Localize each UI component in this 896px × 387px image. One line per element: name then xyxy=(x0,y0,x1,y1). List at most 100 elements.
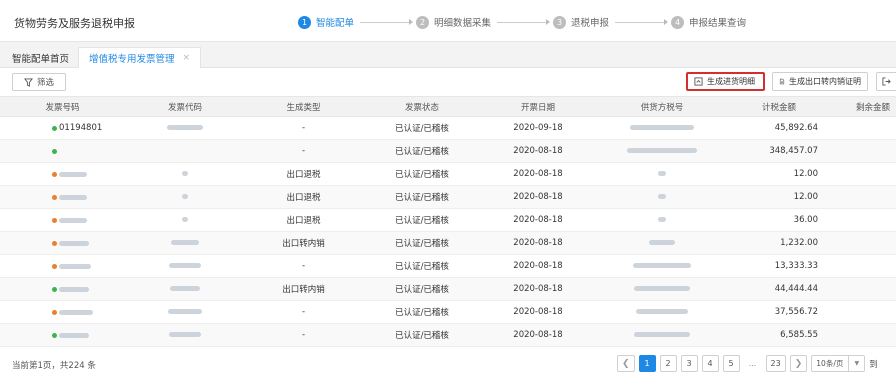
page-button[interactable]: 2 xyxy=(659,355,677,372)
tab-label: 智能配单首页 xyxy=(12,53,70,65)
tab-bar: 智能配单首页 增值税专用发票管理 × xyxy=(0,42,896,68)
column-header[interactable]: 供货方税号 xyxy=(594,101,730,113)
filter-button[interactable]: 筛选 xyxy=(12,73,66,91)
next-page-icon[interactable]: ❯ xyxy=(789,355,808,372)
column-header[interactable]: 发票号码 xyxy=(0,101,125,113)
status-dot-icon xyxy=(52,286,57,292)
taxable-amount-cell: 12.00 xyxy=(793,169,818,179)
column-header[interactable]: 剩余金额 xyxy=(828,101,896,113)
page-button-last[interactable]: 23 xyxy=(765,355,786,372)
invoice-code-cell xyxy=(125,330,245,340)
invoice-number-cell xyxy=(0,148,125,154)
invoice-status-cell: 已认证/已稽核 xyxy=(395,285,449,295)
page-button[interactable]: 4 xyxy=(701,355,719,372)
taxable-amount-cell: 12.00 xyxy=(793,192,818,202)
generate-purchase-detail-button[interactable]: 生成进货明细 xyxy=(686,72,765,91)
step-result-query[interactable]: 4 申报结果查询 xyxy=(671,15,746,29)
step-number: 2 xyxy=(416,15,430,29)
invoice-code-cell xyxy=(125,169,245,179)
supplier-tax-id-cell xyxy=(594,192,730,202)
redacted-value xyxy=(59,171,87,177)
table-row[interactable]: - 已认证/已稽核 2020-08-18 13,333.33 xyxy=(0,255,896,278)
redacted-value xyxy=(182,217,188,222)
redacted-value xyxy=(171,240,199,245)
generation-type-cell: - xyxy=(301,330,306,340)
taxable-amount-cell: 6,585.55 xyxy=(780,330,818,340)
page-button[interactable]: 1 xyxy=(638,355,656,372)
column-header[interactable]: 开票日期 xyxy=(482,101,594,113)
step-detail-collection[interactable]: 2 明细数据采集 xyxy=(416,15,491,29)
table-body: 01194801 - 已认证/已稽核 2020-09-18 45,892.64 - 已认证/… xyxy=(0,117,896,347)
redacted-value xyxy=(630,125,694,130)
supplier-tax-id-cell xyxy=(594,146,730,156)
column-header[interactable]: 发票代码 xyxy=(125,101,245,113)
status-dot-icon xyxy=(52,194,57,200)
status-dot-icon xyxy=(52,148,57,154)
page-button[interactable]: 3 xyxy=(680,355,698,372)
page-size-select[interactable]: 10条/页 xyxy=(811,355,849,372)
table-footer: 当前第1页，共224 条 ❮ 1 2 3 4 5 ... 23 ❯ 10条/页 … xyxy=(0,349,896,379)
redacted-value xyxy=(167,125,203,130)
table-header: 发票号码 发票代码 生成类型 发票状态 开票日期 供货方税号 计税金额 剩余金额 xyxy=(0,96,896,117)
table-row[interactable]: 01194801 - 已认证/已稽核 2020-09-18 45,892.64 xyxy=(0,117,896,140)
issue-date-cell: 2020-08-18 xyxy=(513,284,563,294)
step-number: 3 xyxy=(553,15,567,29)
redacted-value xyxy=(649,240,675,245)
invoice-number: 01194801 xyxy=(59,123,103,133)
table-row[interactable]: 出口转内销 已认证/已稽核 2020-08-18 44,444.44 xyxy=(0,278,896,301)
record-summary: 当前第1页，共224 条 xyxy=(12,361,96,371)
app-title: 货物劳务及服务退税申报 xyxy=(14,17,135,30)
taxable-amount-cell: 1,232.00 xyxy=(780,238,818,248)
redacted-value xyxy=(634,286,690,291)
step-tax-refund-declaration[interactable]: 3 退税申报 xyxy=(553,15,609,29)
step-number: 1 xyxy=(298,15,311,29)
generation-type-cell: 出口转内销 xyxy=(282,285,325,295)
tab-home[interactable]: 智能配单首页 xyxy=(2,47,79,68)
top-bar: 货物劳务及服务退税申报 1 智能配单 2 明细数据采集 3 退税申报 4 申报结… xyxy=(0,0,896,42)
redacted-value xyxy=(59,240,89,246)
prev-page-icon[interactable]: ❮ xyxy=(617,355,635,372)
status-dot-icon xyxy=(52,309,57,315)
button-label: 生成进货明细 xyxy=(707,77,755,86)
column-header[interactable]: 生成类型 xyxy=(245,101,362,113)
step-smart-matching[interactable]: 1 智能配单 xyxy=(298,15,354,29)
redacted-value xyxy=(59,194,87,200)
button-label: 生成出口转内销证明 xyxy=(789,77,861,86)
redacted-value xyxy=(658,171,666,176)
issue-date-cell: 2020-08-18 xyxy=(513,238,563,248)
redacted-value xyxy=(169,332,201,337)
invoice-code-cell xyxy=(125,123,245,133)
invoice-number-cell xyxy=(0,286,125,292)
step-label: 明细数据采集 xyxy=(434,18,492,29)
invoice-number-cell xyxy=(0,263,125,269)
column-header[interactable]: 计税金额 xyxy=(730,101,828,113)
taxable-amount-cell: 13,333.33 xyxy=(774,261,818,271)
generate-export-to-domestic-certificate-button[interactable]: 生成出口转内销证明 xyxy=(772,72,868,91)
table-row[interactable]: 出口退税 已认证/已稽核 2020-08-18 12.00 xyxy=(0,163,896,186)
table-row[interactable]: - 已认证/已稽核 2020-08-18 6,585.55 xyxy=(0,324,896,347)
generation-type-cell: 出口退税 xyxy=(286,170,321,180)
supplier-tax-id-cell xyxy=(594,169,730,179)
close-icon[interactable]: × xyxy=(183,53,191,63)
table-row[interactable]: 出口退税 已认证/已稽核 2020-08-18 12.00 xyxy=(0,186,896,209)
issue-date-cell: 2020-08-18 xyxy=(513,261,563,271)
table-row[interactable]: 出口转内销 已认证/已稽核 2020-08-18 1,232.00 xyxy=(0,232,896,255)
invoice-code-cell xyxy=(125,192,245,202)
table-row[interactable]: - 已认证/已稽核 2020-08-18 348,457.07 xyxy=(0,140,896,163)
invoice-code-cell xyxy=(125,261,245,271)
issue-date-cell: 2020-08-18 xyxy=(513,307,563,317)
tab-vat-invoice-management[interactable]: 增值税专用发票管理 × xyxy=(78,47,202,68)
invoice-number-cell xyxy=(0,332,125,338)
redacted-value xyxy=(658,217,666,222)
redacted-value xyxy=(633,263,691,268)
page-button[interactable]: 5 xyxy=(722,355,740,372)
column-header[interactable]: 发票状态 xyxy=(362,101,482,113)
chevron-down-icon[interactable]: ▼ xyxy=(848,355,866,372)
invoice-number-cell xyxy=(0,309,125,315)
redacted-value xyxy=(627,148,697,153)
generation-type-cell: - xyxy=(301,146,306,156)
generation-type-cell: - xyxy=(301,123,306,133)
table-row[interactable]: 出口退税 已认证/已稽核 2020-08-18 36.00 xyxy=(0,209,896,232)
exit-button[interactable] xyxy=(876,72,896,91)
table-row[interactable]: - 已认证/已稽核 2020-08-18 37,556.72 xyxy=(0,301,896,324)
